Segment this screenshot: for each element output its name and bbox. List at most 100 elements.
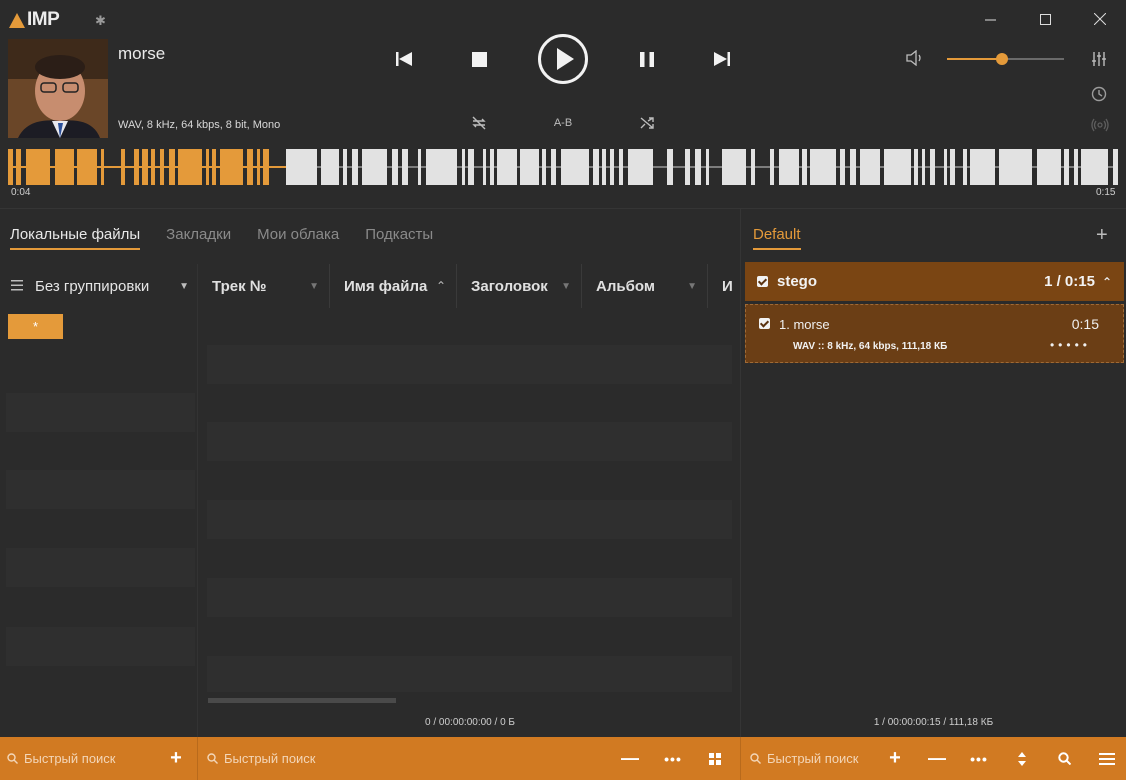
tab-podcasts[interactable]: Подкасты [365, 226, 433, 250]
remove-files-button[interactable]: — [927, 737, 947, 780]
sort-asc-icon: ⌃ [435, 279, 446, 293]
waveform-bar [468, 149, 474, 185]
horizontal-scrollbar[interactable] [208, 698, 396, 703]
search-icon [207, 753, 218, 764]
waveform-bar [483, 149, 486, 185]
waveform-bar [628, 149, 653, 185]
empty-row [6, 548, 195, 587]
waveform-bar [963, 149, 967, 185]
waveform-bar [77, 149, 97, 185]
divider [740, 209, 741, 737]
pause-button[interactable] [635, 48, 659, 70]
clock-icon[interactable] [1091, 86, 1107, 107]
tab-my-clouds[interactable]: Мои облака [257, 226, 339, 250]
grid-view-button[interactable] [705, 737, 725, 780]
column-track-number[interactable]: Трек № ▼ [198, 264, 330, 308]
playlist-tab-default[interactable]: Default [753, 226, 801, 250]
waveform-bar [840, 149, 845, 185]
column-title[interactable]: Заголовок ▼ [457, 264, 582, 308]
waveform-bar [220, 149, 243, 185]
grid-icon [709, 752, 721, 765]
divider [740, 737, 741, 780]
column-album[interactable]: Альбом ▼ [582, 264, 708, 308]
waveform-bar [169, 149, 175, 185]
minimize-button[interactable] [967, 6, 1013, 32]
repeat-button[interactable] [468, 113, 490, 133]
next-button[interactable] [710, 48, 734, 70]
stop-button[interactable] [467, 48, 491, 70]
group-name: stego [777, 273, 818, 290]
playlist-group-header[interactable]: stego 1 / 0:15 ⌃ [745, 262, 1124, 301]
empty-row [207, 345, 732, 384]
shuffle-button[interactable] [636, 113, 658, 133]
remove-button[interactable]: — [620, 737, 640, 780]
equalizer-icon[interactable] [1091, 51, 1107, 72]
column-filename[interactable]: Имя файла ⌃ [330, 264, 457, 308]
sort-button[interactable] [1012, 737, 1032, 780]
item-info: WAV :: 8 kHz, 64 kbps, 111,18 КБ [793, 341, 948, 352]
column-artist[interactable]: Ис [708, 264, 732, 308]
volume-knob[interactable] [995, 53, 1008, 65]
grouping-label: Без группировки [35, 277, 150, 295]
ab-repeat-button[interactable]: A-B [550, 113, 576, 133]
previous-button[interactable] [392, 48, 416, 70]
waveform-seekbar[interactable] [8, 146, 1118, 188]
library-tabs: Локальные файлы Закладки Мои облака Подк… [10, 226, 433, 250]
add-playlist-button[interactable]: + [1096, 224, 1108, 247]
waveform-bar [602, 149, 606, 185]
waveform-bar [922, 149, 925, 185]
waveform-bar [418, 149, 421, 185]
menu-icon [11, 278, 23, 295]
waveform-bar [667, 149, 673, 185]
waveform-bar [884, 149, 911, 185]
gear-icon[interactable]: ✱ [95, 13, 106, 29]
collapse-icon[interactable]: ⌃ [1102, 275, 1112, 289]
waveform-bar [1113, 149, 1118, 185]
playlist-search-button[interactable] [1054, 737, 1074, 780]
volume-slider[interactable] [947, 53, 1064, 65]
waveform-bar [206, 149, 209, 185]
column-headers: Трек № ▼ Имя файла ⌃ Заголовок ▼ Альбом ▼ Ис [198, 264, 732, 308]
add-files-button[interactable]: + [884, 737, 906, 780]
waveform-bar [8, 149, 13, 185]
waveform-bar [695, 149, 701, 185]
search-field-groups[interactable]: Быстрый поиск [7, 737, 167, 780]
more-button[interactable]: ••• [662, 737, 684, 780]
waveform-bar [850, 149, 856, 185]
waveform-bar [770, 149, 774, 185]
tab-bookmarks[interactable]: Закладки [166, 226, 231, 250]
waveform-bar [212, 149, 216, 185]
waveform-bar [263, 149, 269, 185]
maximize-button[interactable] [1022, 6, 1068, 32]
group-checkbox[interactable] [757, 276, 768, 287]
search-icon [7, 753, 18, 764]
empty-row [207, 500, 732, 539]
playlist-more-button[interactable]: ••• [968, 737, 990, 780]
grouping-selector[interactable]: Без группировки ▼ [0, 264, 197, 308]
waveform-bar [462, 149, 465, 185]
tab-local-files[interactable]: Локальные файлы [10, 226, 141, 250]
rating-dots[interactable]: ••••• [1050, 338, 1091, 352]
waveform-bar [55, 149, 74, 185]
search-field-library[interactable]: Быстрый поиск [207, 737, 507, 780]
column-label: Трек № [212, 277, 267, 295]
waveform-bar [392, 149, 398, 185]
playlist-item[interactable]: 1. morse 0:15 WAV :: 8 kHz, 64 kbps, 111… [745, 304, 1124, 363]
add-button[interactable]: + [165, 737, 187, 780]
search-field-playlist[interactable]: Быстрый поиск [750, 737, 880, 780]
column-label: Имя файла [344, 277, 428, 295]
column-label: Ис [722, 277, 732, 295]
menu-button[interactable] [1097, 737, 1117, 780]
item-checkbox[interactable] [759, 318, 770, 329]
broadcast-icon[interactable] [1091, 118, 1109, 137]
track-title: morse [118, 44, 166, 63]
item-title: 1. morse [779, 317, 830, 332]
close-button[interactable] [1077, 6, 1123, 32]
empty-row [207, 578, 732, 617]
play-button[interactable] [537, 33, 589, 85]
search-placeholder: Быстрый поиск [224, 751, 316, 766]
empty-row [207, 656, 732, 692]
all-filter-button[interactable]: * [8, 314, 63, 339]
waveform-bar [362, 149, 387, 185]
speaker-icon[interactable] [906, 49, 924, 71]
